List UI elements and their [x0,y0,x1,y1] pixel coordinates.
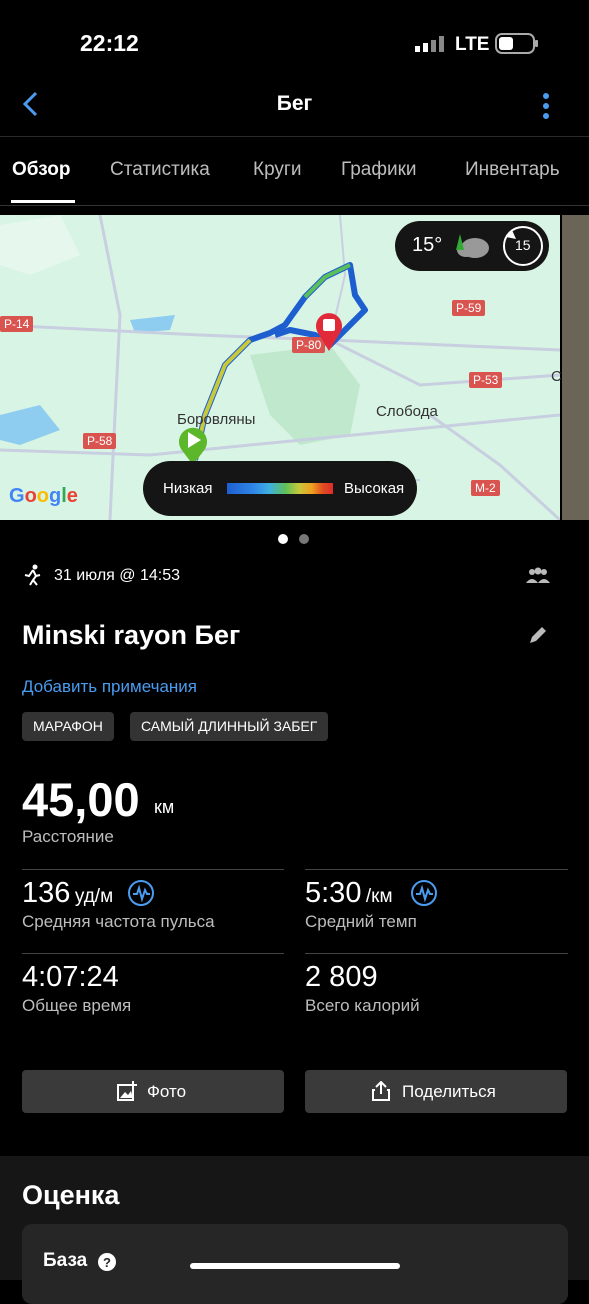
home-indicator [190,1263,400,1269]
avg-pace-label: Средний темп [305,912,417,931]
avg-hr-value: 136 [22,877,71,909]
tab-charts[interactable]: Графики [341,159,417,181]
running-icon [23,564,43,591]
tab-bar: Обзор Статистика Круги Графики Инвентарь [0,136,589,206]
calories-value: 2 809 [305,961,378,993]
add-notes-link[interactable]: Добавить примечания [22,677,197,697]
wind-icon: 15 [502,225,543,266]
legend-low: Низкая [163,480,213,497]
share-button-label: Поделиться [402,1082,496,1101]
divider [22,869,284,870]
road-badge: М-2 [471,480,500,496]
tab-statistics[interactable]: Статистика [110,159,210,181]
group-icon[interactable] [524,567,552,590]
avg-hr-label: Средняя частота пульса [22,912,215,931]
svg-text:?: ? [103,1255,111,1270]
rating-section: Оценка База ? [0,1156,589,1304]
carousel-dot-active [278,534,288,544]
activity-title: Minski rayon Бег [22,620,241,650]
add-photo-icon [117,1081,137,1106]
divider [305,869,568,870]
share-icon [372,1080,390,1106]
legend-high: Высокая [344,480,405,497]
google-logo: Google [9,485,78,507]
weather-widget: 15° 15 [395,221,549,271]
help-icon[interactable]: ? [97,1252,117,1277]
rating-title: Оценка [22,1180,120,1210]
badge-longest-run: САМЫЙ ДЛИННЫЙ ЗАБЕГ [130,712,329,741]
tab-laps[interactable]: Круги [253,159,301,181]
map-label-sloboda: Слобода [376,403,438,420]
more-options-icon[interactable] [540,92,552,125]
tab-gear[interactable]: Инвентарь [465,159,560,181]
cloud-icon [453,230,491,265]
pace-chart-icon[interactable] [410,879,438,912]
total-time-label: Общее время [22,996,132,1015]
pace-legend: Низкая Высокая [143,461,417,516]
avg-pace-unit: /км [365,886,393,907]
hr-chart-icon[interactable] [127,879,155,912]
road-badge: Р-14 [0,316,34,332]
avg-hr-stat: 136 уд/м [22,877,113,910]
share-button[interactable]: Поделиться [305,1070,567,1113]
avg-hr-unit: уд/м [74,886,114,907]
photo-button-label: Фото [147,1082,187,1101]
finish-marker-icon [314,311,344,356]
divider [305,953,568,954]
signal-icon [415,36,445,57]
map-label-edge: С [551,368,562,385]
base-label: База [43,1250,88,1271]
active-tab-indicator [11,200,75,203]
road-badge: Р-53 [469,372,503,388]
carousel-dots [278,531,320,549]
wind-speed: 15 [515,237,531,253]
network-type: LTE [455,34,490,55]
road-badge: Р-59 [452,300,486,316]
avg-pace-stat: 5:30 /км [305,877,393,910]
carousel-dot [299,534,309,544]
distance-label: Расстояние [22,827,114,846]
total-time-value: 4:07:24 [22,961,119,993]
tab-overview[interactable]: Обзор [12,159,70,181]
activity-date: 31 июля @ 14:53 [54,567,180,584]
badge-marathon: МАРАФОН [22,712,114,741]
edit-icon[interactable] [528,625,548,650]
photo-preview[interactable] [562,215,589,520]
avg-pace-value: 5:30 [305,877,362,909]
distance-unit: км [154,797,175,817]
battery-icon [495,33,539,59]
distance-value: 45,00 [22,773,140,826]
status-time: 22:12 [80,30,139,56]
legend-gradient [227,483,333,494]
photo-button[interactable]: Фото [22,1070,284,1113]
road-badge: Р-58 [83,433,117,449]
weather-temperature: 15° [412,234,443,256]
calories-label: Всего калорий [305,996,420,1015]
divider [22,953,284,954]
page-title: Бег [276,92,313,115]
